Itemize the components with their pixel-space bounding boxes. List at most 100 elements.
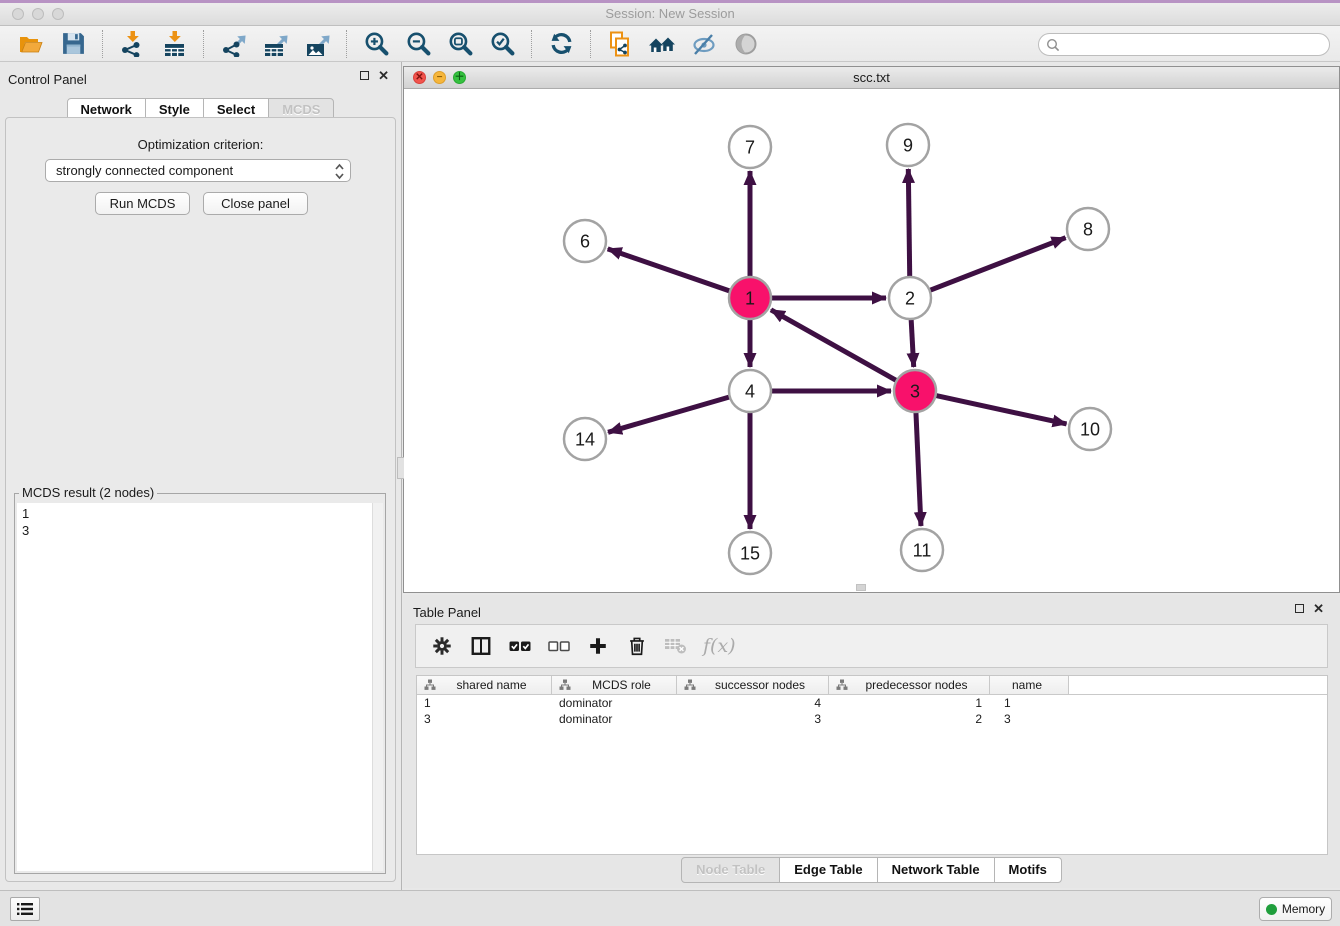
table-cell[interactable]: 3 [990, 711, 1069, 727]
column-type-icon [684, 679, 696, 691]
deselect-all-icon[interactable] [547, 634, 571, 658]
table-cell[interactable]: 1 [417, 695, 552, 711]
float-panel-icon[interactable] [360, 71, 369, 80]
save-session-icon[interactable] [59, 30, 87, 58]
column-header-name[interactable]: name [990, 676, 1069, 695]
export-image-icon[interactable] [303, 30, 331, 58]
graph-edge-2-3[interactable] [911, 319, 914, 367]
table-panel-header: Table Panel ✕ [403, 595, 1340, 623]
window-top-accent [0, 0, 1340, 3]
export-table-icon[interactable] [261, 30, 289, 58]
refresh-layout-icon[interactable] [547, 30, 575, 58]
table-row[interactable]: 3 dominator 3 2 3 [417, 711, 1327, 727]
show-details-icon[interactable] [732, 30, 760, 58]
search-input[interactable] [1064, 36, 1329, 54]
control-panel: Control Panel ✕ Network Style Select MCD… [0, 62, 402, 890]
graph-edge-1-6[interactable] [608, 249, 730, 291]
mcds-result-line: 1 [22, 505, 366, 522]
select-all-icon[interactable] [508, 634, 532, 658]
zoom-in-icon[interactable] [362, 30, 390, 58]
criterion-dropdown[interactable]: strongly connected component [45, 159, 351, 182]
zoom-selected-icon[interactable] [488, 30, 516, 58]
table-cell[interactable]: 2 [829, 711, 990, 727]
hide-details-icon[interactable] [690, 30, 718, 58]
toolbar-separator [102, 30, 103, 58]
dropdown-stepper-icon [333, 162, 346, 184]
criterion-value: strongly connected component [56, 163, 233, 178]
mcds-result-group: MCDS result (2 nodes) 1 3 [14, 493, 386, 874]
run-mcds-button[interactable]: Run MCDS [95, 192, 190, 215]
delete-table-icon [664, 634, 688, 658]
network-canvas[interactable]: 7968124314101511 [404, 89, 1339, 592]
graph-edge-2-8[interactable] [930, 238, 1066, 291]
tab-edge-table[interactable]: Edge Table [779, 857, 877, 883]
import-network-icon[interactable] [118, 30, 146, 58]
column-header-predecessor-nodes[interactable]: predecessor nodes [829, 676, 990, 695]
gear-icon[interactable] [430, 634, 454, 658]
memory-status-icon [1266, 904, 1277, 915]
network-window: ✕ − ＋ scc.txt 7968124314101511 [403, 66, 1340, 593]
delete-column-icon[interactable] [625, 634, 649, 658]
result-scrollbar[interactable] [372, 503, 383, 871]
canvas-scroll-handle[interactable] [856, 584, 866, 591]
table-toolbar: f(x) [415, 624, 1328, 668]
graph-edge-2-9[interactable] [908, 169, 909, 277]
table-cell[interactable]: 4 [677, 695, 829, 711]
toolbar-separator [346, 30, 347, 58]
table-cell[interactable]: dominator [552, 711, 677, 727]
graph-node-label: 11 [913, 540, 932, 560]
tab-network-table[interactable]: Network Table [877, 857, 995, 883]
split-column-icon[interactable] [469, 634, 493, 658]
column-type-icon [836, 679, 848, 691]
control-panel-header: Control Panel ✕ [0, 62, 401, 90]
graph-node-label: 1 [745, 288, 755, 308]
table-cell[interactable]: 3 [417, 711, 552, 727]
graph-edge-3-10[interactable] [936, 395, 1067, 423]
node-table: shared name MCDS role successor nodes pr… [416, 675, 1328, 855]
column-header-shared-name[interactable]: shared name [417, 676, 552, 695]
zoom-out-icon[interactable] [404, 30, 432, 58]
table-row[interactable]: 1 dominator 4 1 1 [417, 695, 1327, 711]
close-panel-button[interactable]: Close panel [203, 192, 308, 215]
function-builder-icon: f(x) [703, 635, 736, 657]
mcds-result-area[interactable]: 1 3 [17, 503, 383, 871]
graph-node-label: 14 [575, 429, 595, 449]
criterion-label: Optimization criterion: [6, 137, 395, 152]
column-header-mcds-role[interactable]: MCDS role [552, 676, 677, 695]
open-file-icon[interactable] [17, 30, 45, 58]
toolbar-separator [590, 30, 591, 58]
mcds-result-title: MCDS result (2 nodes) [19, 485, 157, 500]
toolbar-separator [203, 30, 204, 58]
tab-node-table[interactable]: Node Table [681, 857, 780, 883]
zoom-fit-icon[interactable] [446, 30, 474, 58]
memory-button[interactable]: Memory [1259, 897, 1332, 921]
table-cell[interactable]: 3 [677, 711, 829, 727]
home-layout-icon[interactable] [648, 30, 676, 58]
close-panel-icon[interactable]: ✕ [378, 70, 389, 81]
close-table-panel-icon[interactable]: ✕ [1313, 603, 1324, 614]
search-field[interactable] [1038, 33, 1330, 56]
graph-node-label: 15 [740, 543, 760, 563]
export-network-icon[interactable] [219, 30, 247, 58]
graph-edge-3-1[interactable] [771, 310, 897, 381]
table-cell[interactable]: 1 [990, 695, 1069, 711]
graph-edge-3-11[interactable] [916, 412, 921, 526]
float-table-panel-icon[interactable] [1295, 604, 1304, 613]
search-icon [1046, 38, 1060, 52]
window-title: Session: New Session [0, 6, 1340, 21]
show-panels-button[interactable] [10, 897, 40, 921]
column-header-successor-nodes[interactable]: successor nodes [677, 676, 829, 695]
mcds-panel: Optimization criterion: strongly connect… [5, 117, 396, 882]
tab-motifs[interactable]: Motifs [994, 857, 1062, 883]
add-column-icon[interactable] [586, 634, 610, 658]
clone-network-icon[interactable] [606, 30, 634, 58]
status-bar: Memory [0, 890, 1340, 926]
import-table-icon[interactable] [160, 30, 188, 58]
graph-edge-4-14[interactable] [608, 397, 730, 432]
network-window-titlebar[interactable]: ✕ − ＋ scc.txt [404, 67, 1339, 89]
graph-node-label: 2 [905, 288, 915, 308]
graph-node-label: 7 [745, 137, 755, 157]
graph-node-label: 4 [745, 381, 755, 401]
table-cell[interactable]: dominator [552, 695, 677, 711]
table-cell[interactable]: 1 [829, 695, 990, 711]
